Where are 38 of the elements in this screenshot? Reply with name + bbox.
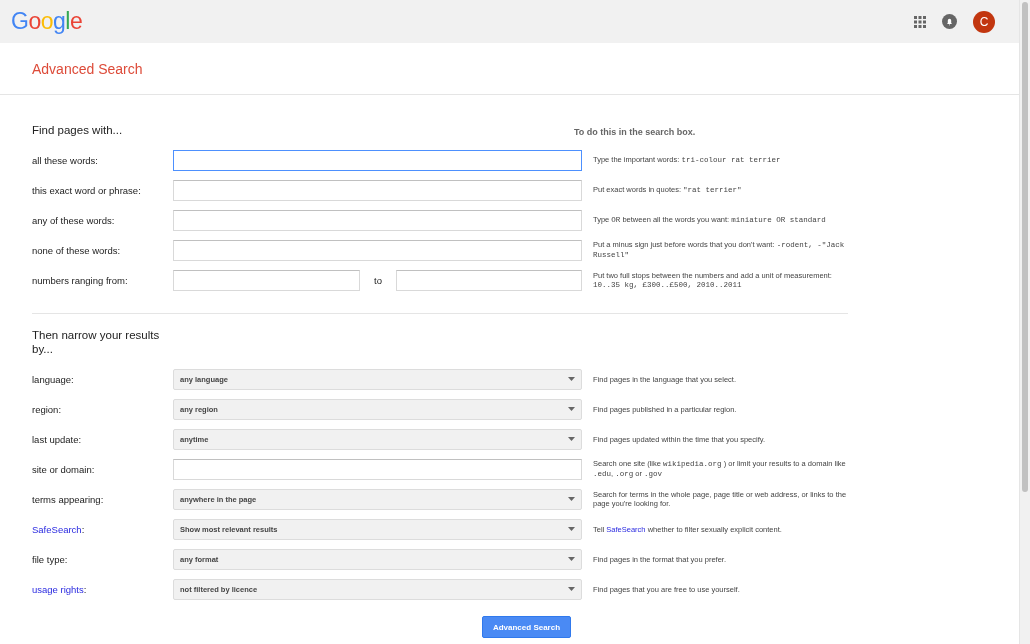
- caret-icon: [568, 587, 575, 591]
- field-label: site or domain:: [32, 463, 96, 475]
- text-field[interactable]: [173, 179, 582, 201]
- field-label: usage rights:: [32, 583, 88, 595]
- text-field[interactable]: [173, 239, 582, 261]
- caret-icon: [568, 407, 575, 411]
- text-field[interactable]: [173, 149, 582, 171]
- text-field[interactable]: [173, 458, 582, 480]
- field-label: any of these words:: [32, 214, 116, 226]
- caret-icon: [568, 527, 575, 531]
- range-separator: to: [373, 274, 383, 286]
- field-label: last update:: [32, 433, 83, 445]
- field-label: region:: [32, 403, 63, 415]
- field-label: numbers ranging from:: [32, 274, 129, 286]
- caret-icon: [568, 557, 575, 561]
- field-label: SafeSearch:: [32, 523, 86, 535]
- field-label: terms appearing:: [32, 493, 105, 505]
- field-label: all these words:: [32, 154, 99, 166]
- field-label: language:: [32, 373, 75, 385]
- section-heading: Then narrow your results by...: [32, 328, 161, 356]
- caret-icon: [568, 497, 575, 501]
- apps-grid-icon[interactable]: [914, 15, 926, 28]
- caret-icon: [568, 437, 575, 441]
- notification-bell-icon[interactable]: [942, 14, 957, 29]
- field-label: file type:: [32, 553, 69, 565]
- help-link[interactable]: SafeSearch: [32, 523, 82, 535]
- hint-heading: To do this in the search box.: [574, 127, 697, 137]
- section-heading: Find pages with...: [32, 123, 124, 137]
- scrollbar[interactable]: [1019, 0, 1030, 644]
- caret-icon: [568, 377, 575, 381]
- avatar[interactable]: C: [973, 10, 995, 33]
- field-label: none of these words:: [32, 244, 122, 256]
- help-link[interactable]: usage rights: [32, 583, 84, 595]
- from-field[interactable]: [173, 269, 360, 291]
- page-title: Advanced Search: [32, 60, 143, 77]
- to-field[interactable]: [396, 269, 582, 291]
- text-field[interactable]: [173, 209, 582, 231]
- field-label: this exact word or phrase:: [32, 184, 142, 196]
